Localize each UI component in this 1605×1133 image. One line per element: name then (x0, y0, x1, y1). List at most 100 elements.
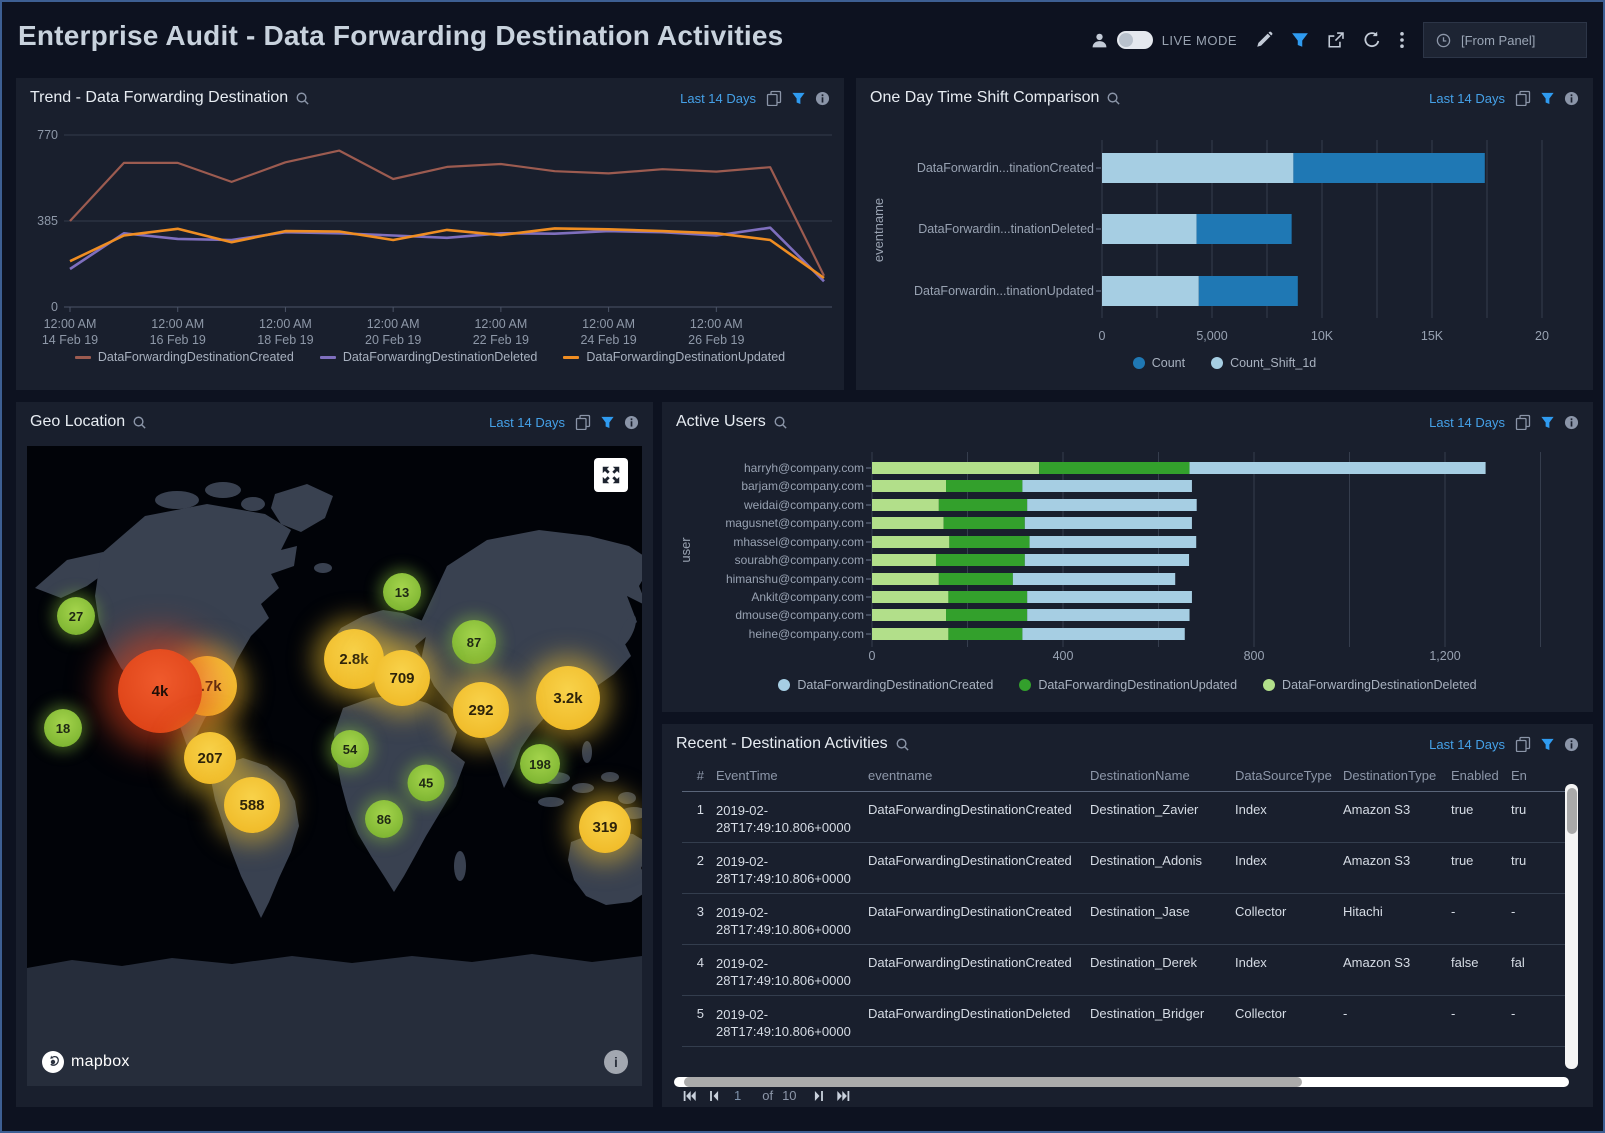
info-icon[interactable] (1564, 415, 1579, 430)
info-icon[interactable] (1564, 737, 1579, 752)
table-row[interactable]: 52019-02-28T17:49:10.806+0000DataForward… (682, 996, 1567, 1047)
bar-DataForwardingDestinationDeleted[interactable] (872, 573, 939, 585)
bar-DataForwardingDestinationCreated[interactable] (1025, 517, 1192, 529)
table-row[interactable]: 32019-02-28T17:49:10.806+0000DataForward… (682, 894, 1567, 945)
map-bubble-13[interactable]: 13 (383, 573, 421, 611)
table-row[interactable]: 12019-02-28T17:49:10.806+0000DataForward… (682, 792, 1567, 843)
legend-item[interactable]: DataForwardingDestinationCreated (778, 678, 993, 692)
mapbox-logo[interactable]: mapbox (41, 1050, 130, 1074)
live-mode-toggle[interactable] (1117, 31, 1153, 49)
legend-item[interactable]: DataForwardingDestinationUpdated (563, 350, 785, 364)
map-expand-button[interactable] (594, 458, 628, 492)
copy-icon[interactable] (1515, 90, 1531, 106)
bar-Count[interactable] (1199, 276, 1298, 306)
bar-DataForwardingDestinationUpdated[interactable] (948, 591, 1027, 603)
legend-item[interactable]: DataForwardingDestinationCreated (75, 350, 294, 364)
info-icon[interactable] (815, 91, 830, 106)
bar-DataForwardingDestinationDeleted[interactable] (872, 499, 939, 511)
map-attribution-info-icon[interactable]: i (604, 1050, 628, 1074)
world-map[interactable]: 2713872.8k7091.7k4k3.2k29218542071984558… (27, 446, 642, 1086)
legend-item[interactable]: Count (1133, 356, 1185, 370)
map-bubble-198[interactable]: 198 (520, 744, 560, 784)
table-row[interactable]: 22019-02-28T17:49:10.806+0000DataForward… (682, 843, 1567, 894)
copy-icon[interactable] (1515, 414, 1531, 430)
bar-DataForwardingDestinationUpdated[interactable] (944, 517, 1025, 529)
last-page-icon[interactable] (836, 1089, 851, 1103)
bar-DataForwardingDestinationUpdated[interactable] (939, 573, 1013, 585)
zoom-panel-icon[interactable] (1106, 91, 1121, 106)
zoom-panel-icon[interactable] (773, 415, 788, 430)
bar-DataForwardingDestinationDeleted[interactable] (872, 591, 948, 603)
map-bubble-27[interactable]: 27 (57, 597, 95, 635)
time-range-picker[interactable]: [From Panel] (1423, 22, 1587, 58)
more-menu-icon[interactable] (1399, 31, 1405, 49)
info-icon[interactable] (1564, 91, 1579, 106)
next-page-icon[interactable] (812, 1089, 827, 1103)
bar-DataForwardingDestinationUpdated[interactable] (948, 628, 1022, 640)
copy-icon[interactable] (575, 414, 591, 430)
bar-DataForwardingDestinationCreated[interactable] (1027, 591, 1192, 603)
first-page-icon[interactable] (682, 1089, 697, 1103)
user-icon[interactable] (1091, 32, 1108, 49)
map-bubble-45[interactable]: 45 (408, 765, 445, 802)
map-bubble-18[interactable]: 18 (44, 709, 82, 747)
bar-DataForwardingDestinationDeleted[interactable] (872, 628, 948, 640)
map-bubble-588[interactable]: 588 (224, 777, 280, 833)
share-icon[interactable] (1327, 31, 1345, 49)
bar-DataForwardingDestinationDeleted[interactable] (872, 554, 936, 566)
panel-time-range[interactable]: Last 14 Days (489, 415, 565, 430)
zoom-panel-icon[interactable] (895, 737, 910, 752)
map-bubble-207[interactable]: 207 (184, 732, 236, 784)
legend-item[interactable]: DataForwardingDestinationDeleted (1263, 678, 1477, 692)
bar-Count[interactable] (1293, 153, 1484, 183)
map-bubble-292[interactable]: 292 (453, 682, 509, 738)
panel-time-range[interactable]: Last 14 Days (1429, 737, 1505, 752)
bar-Count_Shift_1d[interactable] (1102, 153, 1293, 183)
map-bubble-87[interactable]: 87 (452, 620, 496, 664)
copy-icon[interactable] (1515, 736, 1531, 752)
bar-Count_Shift_1d[interactable] (1102, 214, 1197, 244)
map-bubble-319[interactable]: 319 (579, 801, 631, 853)
bar-DataForwardingDestinationCreated[interactable] (1022, 480, 1192, 492)
panel-time-range[interactable]: Last 14 Days (1429, 415, 1505, 430)
map-bubble-86[interactable]: 86 (365, 800, 403, 838)
bar-DataForwardingDestinationUpdated[interactable] (1039, 462, 1189, 474)
map-bubble-4k[interactable]: 4k (118, 649, 202, 733)
bar-DataForwardingDestinationDeleted[interactable] (872, 536, 949, 548)
bar-DataForwardingDestinationCreated[interactable] (1025, 554, 1189, 566)
bar-DataForwardingDestinationDeleted[interactable] (872, 462, 1039, 474)
copy-icon[interactable] (766, 90, 782, 106)
bar-DataForwardingDestinationCreated[interactable] (1027, 609, 1189, 621)
bar-DataForwardingDestinationCreated[interactable] (1027, 499, 1197, 511)
edit-pencil-icon[interactable] (1255, 31, 1273, 49)
panel-time-range[interactable]: Last 14 Days (680, 91, 756, 106)
panel-filter-icon[interactable] (1540, 737, 1555, 752)
map-bubble-54[interactable]: 54 (331, 730, 369, 768)
bar-DataForwardingDestinationUpdated[interactable] (939, 499, 1027, 511)
table-horizontal-scrollbar[interactable] (674, 1077, 1569, 1087)
bar-DataForwardingDestinationDeleted[interactable] (872, 517, 944, 529)
panel-filter-icon[interactable] (600, 415, 615, 430)
zoom-panel-icon[interactable] (132, 415, 147, 430)
bar-DataForwardingDestinationCreated[interactable] (1190, 462, 1486, 474)
bar-DataForwardingDestinationUpdated[interactable] (949, 536, 1029, 548)
info-icon[interactable] (624, 415, 639, 430)
bar-DataForwardingDestinationDeleted[interactable] (872, 609, 946, 621)
bar-DataForwardingDestinationCreated[interactable] (1013, 573, 1175, 585)
table-row[interactable]: 42019-02-28T17:49:10.806+0000DataForward… (682, 945, 1567, 996)
map-bubble-3.2k[interactable]: 3.2k (536, 666, 600, 730)
refresh-icon[interactable] (1363, 31, 1381, 49)
bar-DataForwardingDestinationUpdated[interactable] (936, 554, 1025, 566)
panel-filter-icon[interactable] (1540, 91, 1555, 106)
zoom-panel-icon[interactable] (295, 91, 310, 106)
panel-time-range[interactable]: Last 14 Days (1429, 91, 1505, 106)
bar-DataForwardingDestinationDeleted[interactable] (872, 480, 946, 492)
legend-item[interactable]: DataForwardingDestinationUpdated (1019, 678, 1237, 692)
filter-icon[interactable] (1291, 31, 1309, 49)
bar-DataForwardingDestinationCreated[interactable] (1022, 628, 1184, 640)
prev-page-icon[interactable] (706, 1089, 721, 1103)
bar-Count_Shift_1d[interactable] (1102, 276, 1199, 306)
map-bubble-709[interactable]: 709 (374, 650, 430, 706)
bar-DataForwardingDestinationCreated[interactable] (1030, 536, 1197, 548)
bar-Count[interactable] (1197, 214, 1292, 244)
